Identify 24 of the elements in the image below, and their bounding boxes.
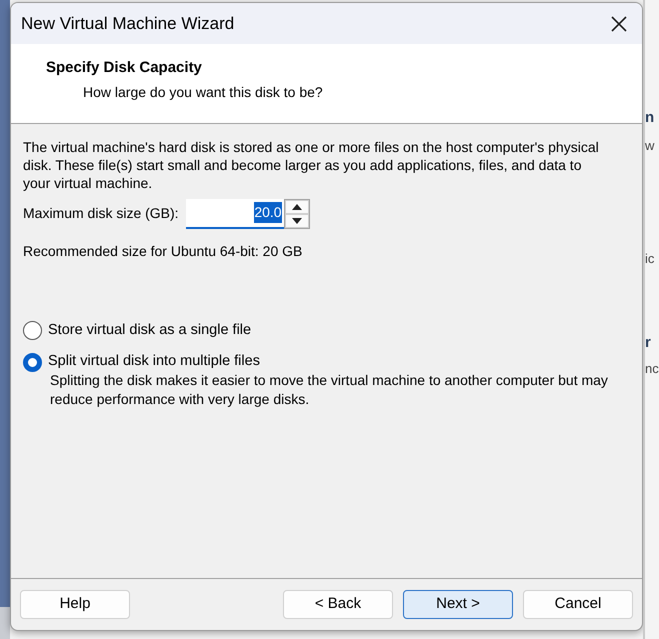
close-icon <box>611 16 627 32</box>
wizard-button[interactable]: Help <box>20 590 130 619</box>
wizard-button[interactable]: < Back <box>283 590 393 619</box>
page-subtitle: How large do you want this disk to be? <box>83 84 323 100</box>
background-text: ic <box>645 252 656 265</box>
disk-size-field[interactable]: 20.0 <box>186 198 284 229</box>
description-text: The virtual machine's hard disk is stored as one or more files on the host computer's physical disk. These file(s) start small and become larger as you add applications, files, and data to your virtual machine. <box>23 138 600 193</box>
decrement-button[interactable] <box>284 214 309 228</box>
page-title: Specify Disk Capacity <box>46 58 203 78</box>
background-text: n <box>645 110 656 125</box>
option-description: Splitting the disk makes it easier to move the virtual machine to another computer but may reduce performance with very large disks. <box>50 372 608 407</box>
recommendation-text: Recommended size for Ubuntu 64-bit: 20 GB <box>23 242 302 259</box>
down-arrow-icon <box>292 218 302 224</box>
increment-button[interactable] <box>284 200 309 214</box>
background-text: nc <box>645 362 659 375</box>
background-text: w <box>645 139 656 152</box>
radio-option[interactable]: Store virtual disk as a single file <box>23 320 252 342</box>
window-title: New Virtual Machine Wizard <box>21 12 234 35</box>
wizard-button[interactable]: Cancel <box>523 590 633 619</box>
background-text: r <box>645 335 652 350</box>
up-arrow-icon <box>292 204 302 210</box>
wizard-button[interactable]: Next > <box>403 590 513 619</box>
radio-option[interactable]: Split virtual disk into multiple files <box>23 351 260 374</box>
field-label: Maximum disk size (GB): <box>23 204 179 224</box>
